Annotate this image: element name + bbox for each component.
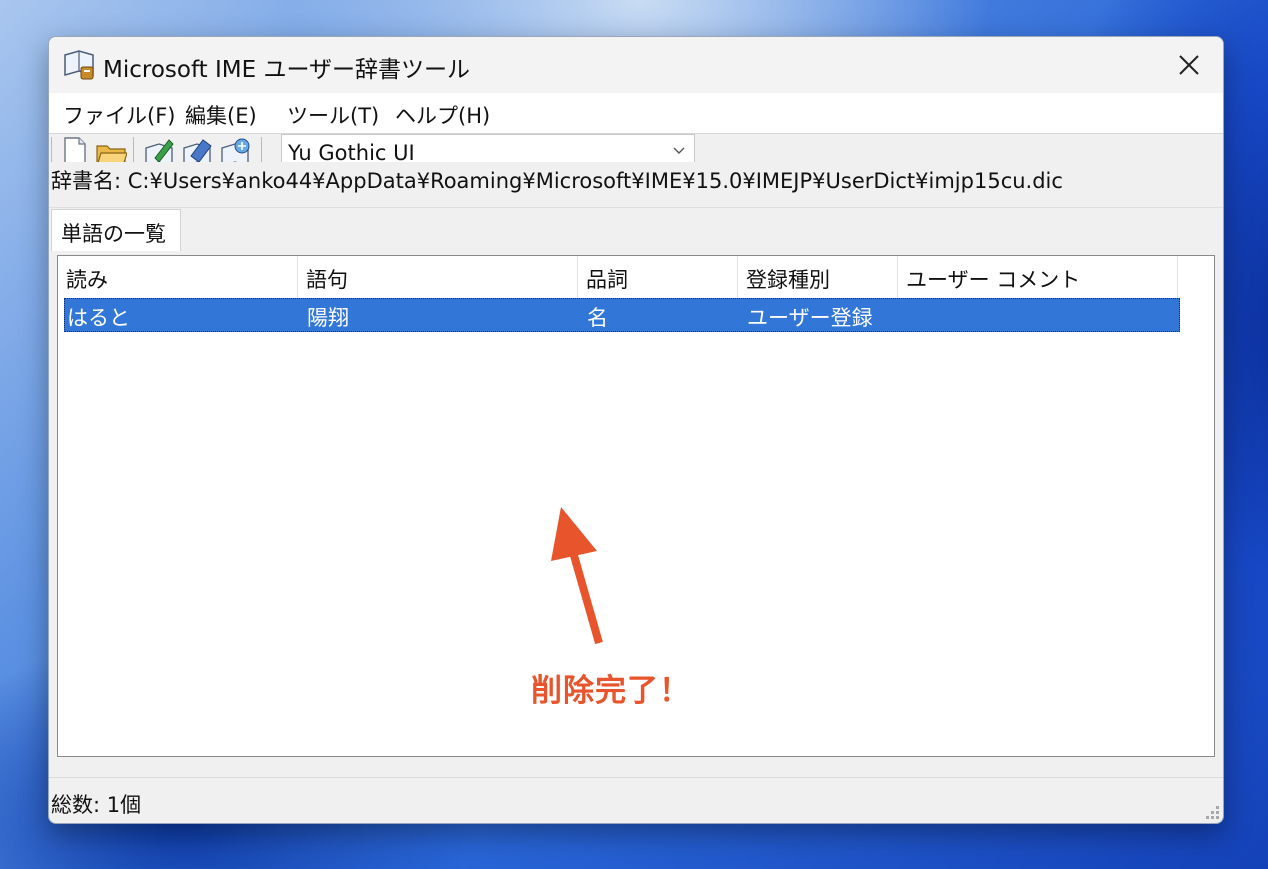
delete-word-icon[interactable]	[181, 136, 213, 162]
status-bar-divider	[49, 777, 1223, 778]
menu-edit[interactable]: 編集(E)	[185, 100, 257, 130]
cell-reading: はると	[67, 306, 130, 330]
open-folder-icon[interactable]	[95, 136, 127, 162]
close-button[interactable]	[1155, 37, 1223, 93]
window-title: Microsoft IME ユーザー辞書ツール	[103, 57, 470, 83]
ime-dictionary-window: Microsoft IME ユーザー辞書ツール ファイル(F) 編集(E) ツー…	[48, 36, 1224, 824]
resize-grip-icon[interactable]	[1201, 801, 1221, 821]
edit-word-icon[interactable]	[143, 136, 175, 162]
menu-help[interactable]: ヘルプ(H)	[395, 100, 490, 130]
tab-word-list[interactable]: 単語の一覧	[51, 209, 181, 251]
column-header-registration-type[interactable]: 登録種別	[738, 256, 898, 298]
chevron-down-icon	[673, 147, 685, 154]
table-header: 読み 語句 品詞 登録種別 ユーザー コメント	[58, 256, 1214, 298]
toolbar-separator	[133, 137, 134, 162]
status-total-count: 総数: 1個	[51, 793, 142, 817]
annotation-deletion-complete: 削除完了！	[531, 673, 691, 709]
title-bar[interactable]: Microsoft IME ユーザー辞書ツール	[49, 37, 1223, 93]
table-row[interactable]: はると 陽翔 名 ユーザー登録	[64, 298, 1180, 332]
column-header-user-comment[interactable]: ユーザー コメント	[898, 256, 1178, 298]
font-select-value: Yu Gothic UI	[288, 141, 415, 162]
cell-part-of-speech: 名	[587, 306, 608, 330]
new-document-icon[interactable]	[59, 136, 91, 162]
menu-bar: ファイル(F) 編集(E) ツール(T) ヘルプ(H)	[49, 93, 1223, 134]
dictionary-path-label: 辞書名: C:¥Users¥anko44¥AppData¥Roaming¥Mic…	[51, 169, 1063, 193]
tab-word-list-label: 単語の一覧	[61, 222, 166, 246]
dictionary-app-icon	[64, 50, 94, 80]
menu-tools[interactable]: ツール(T)	[287, 100, 379, 130]
column-header-phrase[interactable]: 語句	[298, 256, 578, 298]
cell-phrase: 陽翔	[307, 306, 349, 330]
close-icon	[1179, 55, 1199, 75]
divider	[49, 207, 1223, 208]
toolbar-separator	[261, 137, 262, 162]
cell-registration-type: ユーザー登録	[747, 306, 873, 330]
column-header-part-of-speech[interactable]: 品詞	[578, 256, 738, 298]
register-word-icon[interactable]	[219, 136, 251, 162]
toolbar-separator	[51, 137, 52, 162]
menu-file[interactable]: ファイル(F)	[63, 100, 175, 130]
column-header-reading[interactable]: 読み	[58, 256, 298, 298]
toolbar: Yu Gothic UI	[49, 134, 1223, 162]
font-select[interactable]: Yu Gothic UI	[281, 134, 695, 162]
annotation-arrow-icon	[551, 507, 603, 645]
